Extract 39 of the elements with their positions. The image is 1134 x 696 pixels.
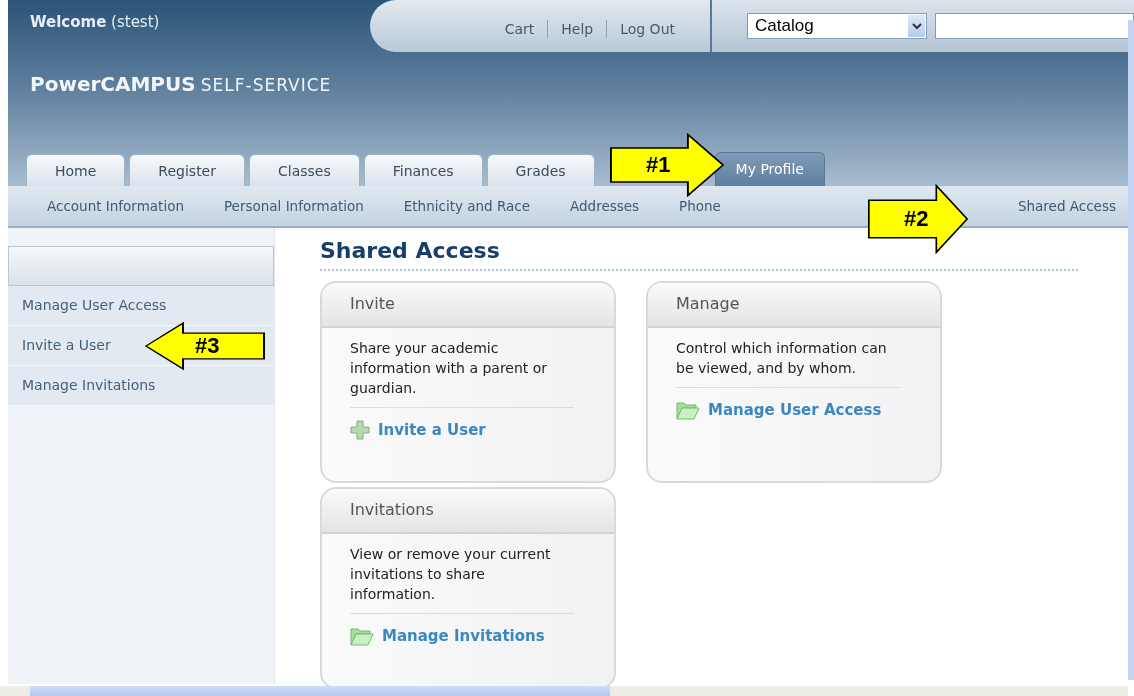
scope-select[interactable]: Catalog bbox=[747, 13, 927, 39]
nav-tab[interactable]: My Profile bbox=[714, 152, 825, 186]
subnav-link[interactable]: Shared Access bbox=[1017, 198, 1116, 214]
subnav-link[interactable]: Account Information bbox=[47, 198, 184, 214]
callout-arrow: #3 bbox=[145, 322, 265, 370]
card-link[interactable]: Invite a User bbox=[378, 421, 486, 439]
sidebar-item[interactable]: Manage Invitations bbox=[8, 366, 274, 406]
welcome-text: Welcome (stest) bbox=[30, 13, 160, 31]
header-link[interactable]: Help bbox=[548, 21, 607, 37]
folder-icon bbox=[350, 626, 374, 646]
header-link[interactable]: Log Out bbox=[607, 21, 688, 37]
nav-tab[interactable]: Grades bbox=[486, 154, 595, 186]
subnav-link[interactable]: Addresses bbox=[570, 198, 640, 214]
nav-tab[interactable]: Home bbox=[26, 154, 126, 186]
subnav-link[interactable]: Phone bbox=[679, 198, 721, 214]
search-field[interactable] bbox=[935, 13, 1134, 39]
logo-text: PowerCAMPUS SELF-SERVICE bbox=[29, 71, 333, 98]
card-description: View or remove your current invitations to share information. bbox=[350, 545, 552, 604]
callout-arrow: #2 bbox=[868, 184, 968, 254]
horizontal-scrollbar[interactable] bbox=[0, 686, 1128, 696]
dropdown-icon bbox=[908, 15, 925, 37]
subnav-link[interactable]: Personal Information bbox=[223, 198, 364, 214]
nav-tab[interactable]: Register bbox=[129, 154, 245, 186]
card-description: Control which information can be viewed, and by whom. bbox=[676, 339, 888, 378]
card-title: Invite bbox=[322, 283, 614, 328]
vertical-scrollbar[interactable] bbox=[1128, 20, 1134, 680]
subnav-link[interactable]: Ethnicity and Race bbox=[403, 198, 530, 214]
card-title: Invitations bbox=[322, 489, 614, 534]
card-description: Share your academic information with a parent or guardian. bbox=[350, 339, 549, 398]
card-title: Manage bbox=[648, 283, 940, 328]
card-link[interactable]: Manage User Access bbox=[708, 401, 882, 419]
header-link[interactable]: Cart bbox=[491, 21, 548, 37]
plus-icon bbox=[350, 420, 370, 440]
nav-tab[interactable]: Classes bbox=[249, 154, 360, 186]
callout-arrow: #1 bbox=[610, 133, 724, 197]
nav-tab[interactable]: Finances bbox=[363, 154, 483, 186]
sidebar-item[interactable]: Manage User Access bbox=[8, 286, 274, 326]
card-link[interactable]: Manage Invitations bbox=[382, 627, 545, 645]
folder-icon bbox=[676, 400, 700, 420]
